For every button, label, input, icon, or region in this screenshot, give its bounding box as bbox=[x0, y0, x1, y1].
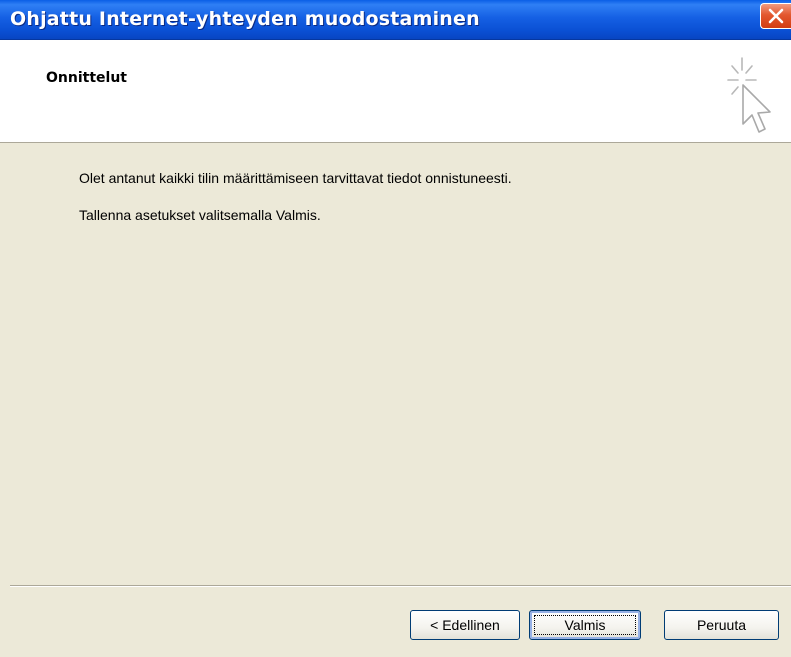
wizard-window: Ohjattu Internet-yhteyden muodostaminen … bbox=[0, 0, 791, 657]
wizard-header: Onnittelut bbox=[0, 40, 791, 143]
title-bar[interactable]: Ohjattu Internet-yhteyden muodostaminen bbox=[0, 0, 791, 40]
cancel-button[interactable]: Peruuta bbox=[664, 610, 779, 640]
success-message: Olet antanut kaikki tilin määrittämiseen… bbox=[79, 170, 512, 186]
focus-rectangle bbox=[534, 615, 636, 635]
wizard-cursor-icon bbox=[727, 57, 771, 133]
instruction-message: Tallenna asetukset valitsemalla Valmis. bbox=[79, 207, 321, 223]
finish-button[interactable]: Valmis bbox=[529, 610, 641, 640]
back-button[interactable]: < Edellinen bbox=[410, 610, 520, 640]
button-divider bbox=[10, 585, 791, 587]
close-icon bbox=[768, 8, 784, 24]
page-title: Onnittelut bbox=[46, 70, 127, 86]
close-button[interactable] bbox=[760, 3, 791, 29]
window-title: Ohjattu Internet-yhteyden muodostaminen bbox=[10, 8, 480, 30]
